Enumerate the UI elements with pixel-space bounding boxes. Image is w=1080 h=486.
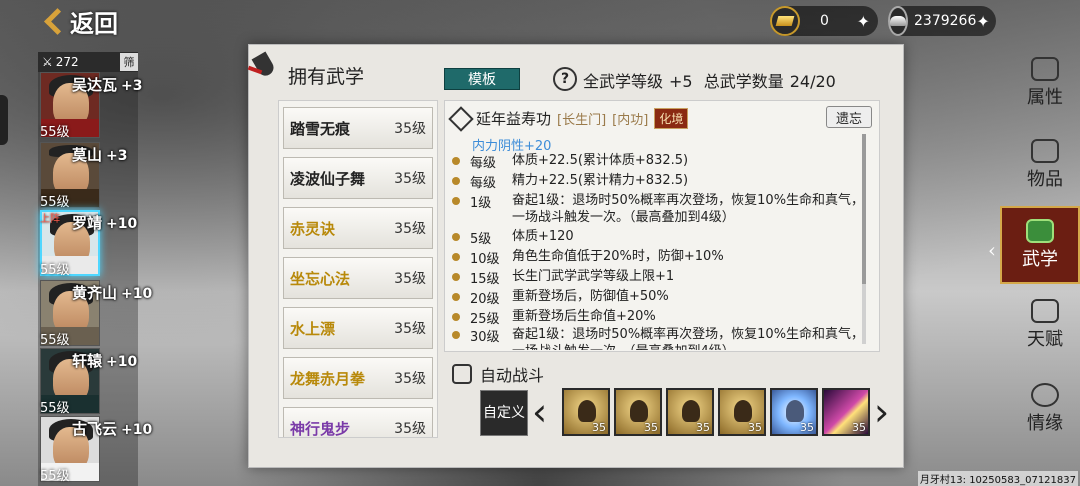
hero-level: 55级	[40, 333, 70, 348]
hero-name: 罗靖 +10	[72, 214, 138, 232]
panel-title: 拥有武学	[288, 66, 365, 88]
skill-item[interactable]: 凌波仙子舞 35级	[283, 157, 433, 199]
chevron-left-icon: ‹	[988, 238, 996, 262]
skill-item[interactable]: 踏雪无痕 35级	[283, 107, 433, 149]
hero-card[interactable]: 吴达瓦 +3 55级	[38, 72, 143, 140]
brush-icon	[248, 50, 278, 84]
skill-item[interactable]: 神行鬼步 35级	[283, 407, 433, 437]
talent-icon	[1031, 299, 1059, 323]
skill-list[interactable]: 踏雪无痕 35级 凌波仙子舞 35级 赤灵诀 35级 坐忘心法 35级 水上漂 35级 龙…	[278, 100, 438, 438]
effect-row: 15级 长生门武学武学等级上限+1	[452, 268, 872, 287]
nav-relationship[interactable]: 情缘	[1010, 374, 1080, 444]
roster-header: ⚔ 272 筛	[38, 52, 138, 72]
back-arrow-icon	[44, 8, 64, 34]
gold-bar-icon	[770, 6, 800, 36]
total-count-label: 总武学数量	[703, 72, 784, 91]
effect-row: 5级 体质+120	[452, 228, 872, 247]
nav-talent[interactable]: 天赋	[1010, 290, 1080, 360]
nav-items[interactable]: 物品	[1010, 130, 1080, 200]
hero-card-selected[interactable]: 上阵 罗靖 +10 55级	[38, 210, 138, 278]
hero-name: 黄齐山 +10	[72, 284, 153, 302]
hero-level: 55级	[40, 195, 70, 210]
skill-diamond-icon	[448, 105, 474, 132]
template-button[interactable]: 模板	[444, 68, 520, 90]
silver-value: 2379266	[914, 13, 977, 29]
auto-battle-icon	[452, 364, 472, 384]
nav-martial-arts[interactable]: ‹ 武学	[988, 206, 1080, 284]
hero-card[interactable]: 莫山 +3 55级	[38, 142, 138, 210]
battle-skill-slot[interactable]: 35	[718, 388, 766, 436]
martial-stats: 全武学等级 +5 总武学数量 24/20	[583, 68, 842, 92]
attribute-icon	[1031, 57, 1059, 81]
in-battle-tag: 上阵	[40, 214, 60, 225]
battle-skill-slot[interactable]: 35	[770, 388, 818, 436]
battle-skill-slot[interactable]: 35	[614, 388, 662, 436]
skill-item[interactable]: 龙舞赤月拳 35级	[283, 357, 433, 399]
device-edge	[0, 95, 8, 145]
item-icon	[1031, 139, 1059, 163]
effect-row: 1级 奋起1级：退场时50%概率再次登场，恢复10%生命和真气，一场战斗触发一次。…	[452, 192, 872, 226]
relationship-icon	[1031, 383, 1059, 407]
back-button[interactable]: 返回	[44, 4, 118, 38]
hero-name: 古飞云 +10	[72, 420, 153, 438]
total-level-label: 全武学等级	[583, 72, 664, 91]
battle-skill-slot[interactable]: 35	[666, 388, 714, 436]
hero-name: 轩辕 +10	[72, 352, 138, 370]
silver-currency: 2379266 ✦	[888, 6, 996, 36]
effect-row: 每级 精力+22.5(累计精力+832.5)	[452, 172, 872, 191]
hero-level: 55级	[40, 401, 70, 416]
skill-item[interactable]: 赤灵诀 35级	[283, 207, 433, 249]
hero-card[interactable]: 黄齐山 +10 55级	[38, 280, 152, 348]
martial-arts-icon	[1026, 219, 1054, 243]
effect-row: 10级 角色生命值低于20%时，防御+10%	[452, 248, 872, 267]
skill-item[interactable]: 水上漂 35级	[283, 307, 433, 349]
scroll-left-icon[interactable]: ‹	[532, 392, 547, 432]
effect-row: 20级 重新登场后，防御值+50%	[452, 288, 872, 307]
roster-count: 272	[55, 55, 79, 69]
gold-value: 0	[820, 13, 829, 29]
side-nav: 属性 物品 ‹ 武学 天赋 情缘	[988, 40, 1080, 486]
skill-name: 延年益寿功	[476, 110, 552, 128]
back-label: 返回	[70, 9, 118, 38]
hero-level: 55级	[40, 469, 70, 484]
nav-attributes[interactable]: 属性	[1010, 48, 1080, 118]
customize-button[interactable]: 自定义	[480, 390, 528, 436]
gold-currency: 0 ✦	[770, 6, 878, 36]
auto-battle-header: 自动战斗	[452, 362, 544, 386]
hero-level: 55级	[40, 263, 70, 278]
scroll-right-icon[interactable]: ›	[874, 392, 889, 432]
hero-name: 吴达瓦 +3	[72, 76, 143, 94]
server-id: 月牙村13: 10250583_07121837	[917, 471, 1078, 486]
add-gold-icon[interactable]: ✦	[857, 12, 870, 31]
effect-row: 每级 体质+22.5(累计体质+832.5)	[452, 152, 872, 171]
silver-ingot-icon	[888, 6, 908, 36]
skill-detail-header: 延年益寿功 [长生门] [内功] 化境	[448, 105, 689, 132]
hero-card[interactable]: 轩辕 +10 55级	[38, 348, 138, 416]
skill-type: [内功]	[612, 113, 649, 128]
hero-name: 莫山 +3	[72, 146, 128, 164]
forget-button[interactable]: 遗忘	[826, 106, 872, 128]
total-count-value: 24/20	[789, 72, 836, 91]
hero-card[interactable]: 古飞云 +10 55级	[38, 416, 152, 484]
effect-row: 25级 重新登场后生命值+20%	[452, 308, 872, 327]
hero-level: 55级	[40, 125, 70, 140]
total-level-value: +5	[669, 72, 693, 91]
skill-sect: [长生门]	[557, 113, 607, 128]
help-icon[interactable]: ?	[553, 67, 577, 91]
roster-count-icon: ⚔	[42, 55, 53, 69]
battle-skill-slot[interactable]: 35	[562, 388, 610, 436]
effect-row: 30级奋起1级：退场时50%概率再次登场，恢复10%生命和真气，一场战斗触发一次…	[452, 326, 872, 350]
skill-item[interactable]: 坐忘心法 35级	[283, 257, 433, 299]
filter-button[interactable]: 筛	[120, 53, 138, 71]
skill-realm-badge: 化境	[654, 108, 689, 129]
detail-scroll-thumb[interactable]	[862, 134, 866, 284]
battle-skill-slot[interactable]: 35	[822, 388, 870, 436]
add-silver-icon[interactable]: ✦	[976, 12, 989, 31]
